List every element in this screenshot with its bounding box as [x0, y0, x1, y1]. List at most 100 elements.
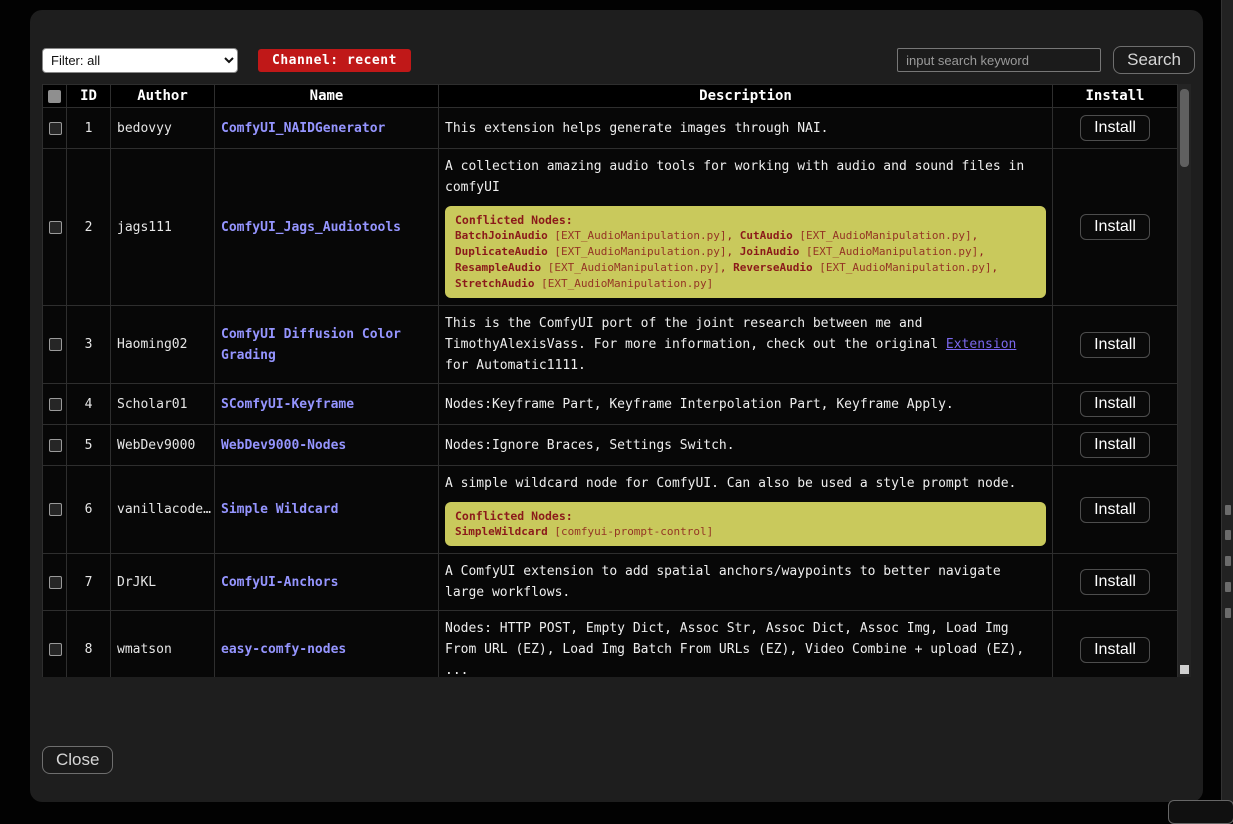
extension-name-link[interactable]: WebDev9000-Nodes: [221, 438, 346, 453]
table-scrollbar-thumb[interactable]: [1180, 89, 1189, 167]
description-text: Nodes:Keyframe Part, Keyframe Interpolat…: [445, 394, 1046, 415]
row-install-cell: Install: [1053, 425, 1178, 466]
row-id: 2: [67, 149, 111, 306]
filter-select[interactable]: Filter: all: [42, 48, 238, 73]
row-install-cell: Install: [1053, 149, 1178, 306]
table-row: 3Haoming02ComfyUI Diffusion Color Gradin…: [43, 306, 1178, 384]
row-select-checkbox[interactable]: [49, 503, 62, 516]
row-id: 6: [67, 466, 111, 554]
description-text: This extension helps generate images thr…: [445, 118, 1046, 139]
table-scrollbar-down-button[interactable]: [1180, 665, 1189, 674]
header-description: Description: [439, 85, 1053, 108]
install-button[interactable]: Install: [1080, 332, 1150, 358]
table-row: 1bedovyyComfyUI_NAIDGeneratorThis extens…: [43, 108, 1178, 149]
row-install-cell: Install: [1053, 611, 1178, 678]
install-button[interactable]: Install: [1080, 214, 1150, 240]
extension-name-link[interactable]: Simple Wildcard: [221, 502, 338, 517]
row-select-cell: [43, 306, 67, 384]
row-select-cell: [43, 425, 67, 466]
description-link[interactable]: Extension: [946, 337, 1016, 352]
row-id: 5: [67, 425, 111, 466]
row-select-checkbox[interactable]: [49, 221, 62, 234]
occluded-ui-fragment: [1225, 505, 1231, 515]
row-install-cell: Install: [1053, 108, 1178, 149]
header-author: Author: [111, 85, 215, 108]
row-select-checkbox[interactable]: [49, 643, 62, 656]
table-scrollbar[interactable]: [1178, 84, 1191, 677]
row-author: wmatson: [111, 611, 215, 678]
row-id: 3: [67, 306, 111, 384]
row-author: DrJKL: [111, 554, 215, 611]
row-author: Haoming02: [111, 306, 215, 384]
page-scrollbar[interactable]: [1221, 0, 1233, 815]
extension-name-link[interactable]: easy-comfy-nodes: [221, 642, 346, 657]
install-button[interactable]: Install: [1080, 497, 1150, 523]
extension-name-link[interactable]: ComfyUI_Jags_Audiotools: [221, 220, 401, 235]
select-all-checkbox[interactable]: [48, 90, 61, 103]
install-button[interactable]: Install: [1080, 391, 1150, 417]
row-name-cell: ComfyUI_Jags_Audiotools: [215, 149, 439, 306]
row-name-cell: easy-comfy-nodes: [215, 611, 439, 678]
row-author: jags111: [111, 149, 215, 306]
conflicted-node-name: CutAudio: [740, 229, 793, 242]
extension-name-link[interactable]: ComfyUI-Anchors: [221, 575, 338, 590]
conflicted-node-name: ReverseAudio: [733, 261, 812, 274]
install-button[interactable]: Install: [1080, 115, 1150, 141]
conflicted-node-ref: [comfyui-prompt-control]: [548, 525, 714, 538]
conflicted-node-ref: [EXT_AudioManipulation.py]: [793, 229, 972, 242]
occluded-ui-fragment: [1225, 556, 1231, 566]
table-row: 6vanillacode… Simple Wildcard A simple wil…: [43, 466, 1178, 554]
occluded-ui-fragment: [1225, 608, 1231, 618]
row-description: Nodes:Ignore Braces, Settings Switch.: [439, 425, 1053, 466]
row-description: Nodes:Keyframe Part, Keyframe Interpolat…: [439, 384, 1053, 425]
conflicted-node-ref: [EXT_AudioManipulation.py]: [548, 245, 727, 258]
row-select-checkbox[interactable]: [49, 338, 62, 351]
row-author: bedovyy: [111, 108, 215, 149]
install-button[interactable]: Install: [1080, 432, 1150, 458]
extension-name-link[interactable]: ComfyUI_NAIDGenerator: [221, 121, 385, 136]
extension-name-link[interactable]: ComfyUI Diffusion Color Grading: [221, 327, 401, 363]
search-group: Search: [897, 46, 1195, 74]
row-author: Scholar01: [111, 384, 215, 425]
search-input[interactable]: [897, 48, 1101, 72]
occluded-ui-fragment: [1225, 530, 1231, 540]
row-install-cell: Install: [1053, 554, 1178, 611]
conflicted-node-name: BatchJoinAudio: [455, 229, 548, 242]
install-button[interactable]: Install: [1080, 569, 1150, 595]
row-select-checkbox[interactable]: [49, 398, 62, 411]
description-text: This is the ComfyUI port of the joint re…: [445, 313, 1046, 376]
conflicted-node-ref: [EXT_AudioManipulation.py]: [541, 261, 720, 274]
extension-name-link[interactable]: SComfyUI-Keyframe: [221, 397, 354, 412]
row-author: WebDev9000: [111, 425, 215, 466]
row-description: A simple wildcard node for ComfyUI. Can …: [439, 466, 1053, 554]
conflicted-node-name: StretchAudio: [455, 277, 534, 290]
row-select-cell: [43, 466, 67, 554]
row-install-cell: Install: [1053, 466, 1178, 554]
row-description: This extension helps generate images thr…: [439, 108, 1053, 149]
table-header-row: ID Author Name Description Install: [43, 85, 1178, 108]
conflicted-nodes-box: Conflicted Nodes:SimpleWildcard [comfyui…: [445, 502, 1046, 546]
extensions-table: ID Author Name Description Install 1bedo…: [42, 84, 1178, 677]
row-name-cell: ComfyUI_NAIDGenerator: [215, 108, 439, 149]
row-author: vanillacode…: [111, 466, 215, 554]
conflicted-nodes-list: BatchJoinAudio [EXT_AudioManipulation.py…: [455, 228, 1036, 292]
search-button[interactable]: Search: [1113, 46, 1195, 74]
description-text: A collection amazing audio tools for wor…: [445, 156, 1046, 198]
row-select-checkbox[interactable]: [49, 576, 62, 589]
table-row: 2jags111 ComfyUI_Jags_Audiotools A collect…: [43, 149, 1178, 306]
row-name-cell: SComfyUI-Keyframe: [215, 384, 439, 425]
row-id: 7: [67, 554, 111, 611]
row-description: A collection amazing audio tools for wor…: [439, 149, 1053, 306]
row-select-cell: [43, 149, 67, 306]
header-name: Name: [215, 85, 439, 108]
row-select-cell: [43, 611, 67, 678]
close-button[interactable]: Close: [42, 746, 113, 774]
install-button[interactable]: Install: [1080, 637, 1150, 663]
conflicted-nodes-box: Conflicted Nodes:BatchJoinAudio [EXT_Aud…: [445, 206, 1046, 298]
row-name-cell: WebDev9000-Nodes: [215, 425, 439, 466]
description-text: Nodes: HTTP POST, Empty Dict, Assoc Str,…: [445, 618, 1046, 677]
row-select-cell: [43, 108, 67, 149]
description-text: A simple wildcard node for ComfyUI. Can …: [445, 473, 1046, 494]
row-select-checkbox[interactable]: [49, 439, 62, 452]
row-select-checkbox[interactable]: [49, 122, 62, 135]
